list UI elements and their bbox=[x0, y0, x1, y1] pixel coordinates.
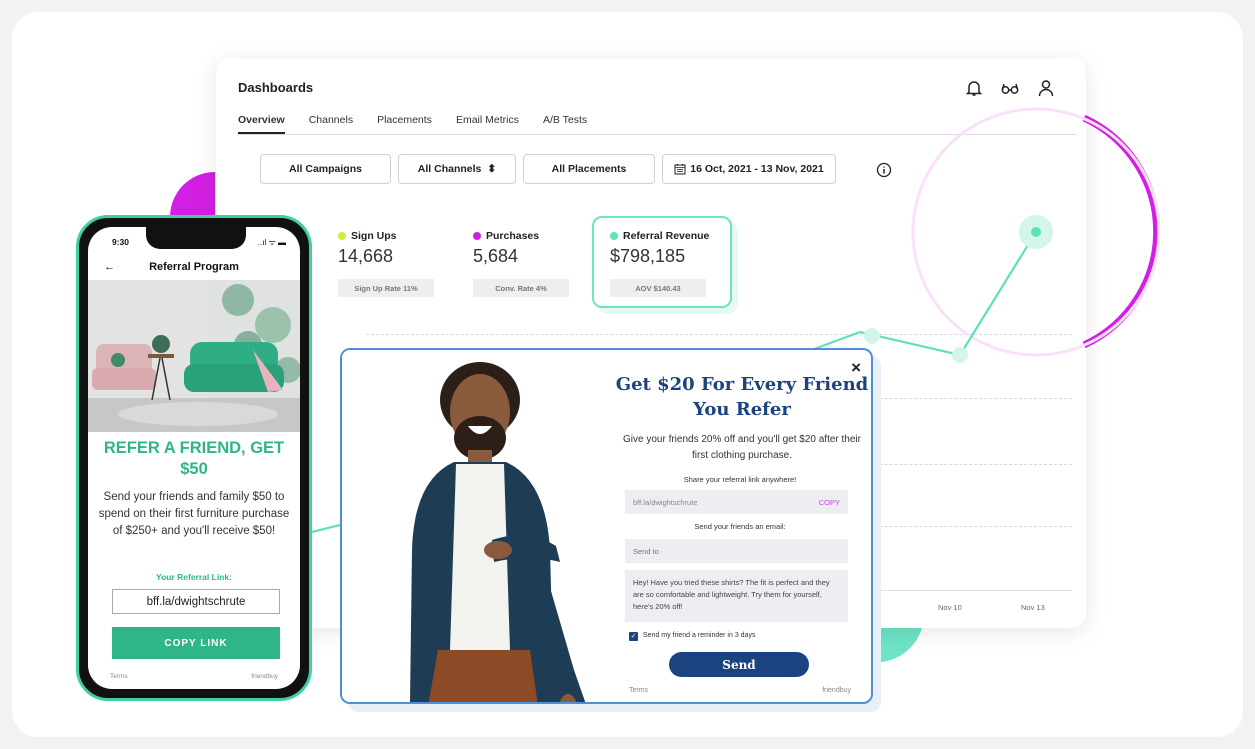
popup-title: Get $20 For Every Friend You Refer bbox=[615, 374, 869, 420]
chevron-updown-icon: ⬍ bbox=[487, 163, 497, 175]
purchases-value: 5,684 bbox=[473, 246, 519, 266]
tab-overview[interactable]: Overview bbox=[238, 114, 285, 134]
purchases-rate: Conv. Rate 4% bbox=[473, 279, 569, 297]
tab-ab-tests[interactable]: A/B Tests bbox=[543, 114, 587, 134]
share-link-label: Share your referral link anywhere! bbox=[683, 475, 797, 484]
revenue-metric: Referral Revenue $798,185 AOV $140.43 bbox=[610, 230, 709, 297]
signups-value: 14,668 bbox=[338, 246, 394, 266]
x-tick-label: Nov 10 bbox=[938, 603, 962, 612]
send-to-input[interactable] bbox=[625, 539, 848, 563]
referral-link-field[interactable]: bff.la/dwightschrute COPY bbox=[625, 490, 848, 514]
tabs-divider bbox=[238, 134, 1076, 135]
status-icons: ..ıl ᯤ ▬ bbox=[257, 238, 286, 247]
channels-filter-label: All Channels bbox=[417, 163, 482, 175]
phone-notch bbox=[146, 227, 246, 249]
brand-logo: friendbuy bbox=[822, 687, 851, 694]
info-icon[interactable] bbox=[876, 162, 892, 178]
filter-bar: All Campaigns All Channels ⬍ All Placeme… bbox=[260, 154, 836, 184]
purchases-label: Purchases bbox=[486, 230, 540, 242]
dashboard-tabs: Overview Channels Placements Email Metri… bbox=[238, 114, 587, 134]
revenue-aov: AOV $140.43 bbox=[610, 279, 706, 297]
purchases-metric: Purchases 5,684 Conv. Rate 4% bbox=[473, 230, 569, 297]
copy-link-button[interactable]: COPY bbox=[819, 490, 840, 514]
referral-link-value: bff.la/dwightschrute bbox=[633, 497, 698, 507]
date-range-picker[interactable]: 16 Oct, 2021 - 13 Nov, 2021 bbox=[662, 154, 836, 184]
revenue-value: $798,185 bbox=[610, 246, 686, 266]
dashboard-title: Dashboards bbox=[238, 80, 314, 95]
placements-filter[interactable]: All Placements bbox=[523, 154, 655, 184]
message-textarea[interactable]: Hey! Have you tried these shirts? The fi… bbox=[625, 570, 848, 622]
referral-popup: × Get $20 For Every Friend You Refer Giv… bbox=[340, 348, 873, 704]
channels-filter[interactable]: All Channels ⬍ bbox=[398, 154, 516, 184]
revenue-dot bbox=[610, 232, 618, 240]
phone-brand-logo: friendbuy bbox=[251, 673, 278, 680]
referral-link-label: Your Referral Link: bbox=[156, 572, 232, 582]
revenue-label: Referral Revenue bbox=[623, 230, 710, 242]
glasses-icon[interactable] bbox=[1000, 78, 1020, 98]
smiling-man-photo bbox=[342, 350, 622, 702]
tab-email-metrics[interactable]: Email Metrics bbox=[456, 114, 519, 134]
status-time: 9:30 bbox=[112, 237, 130, 247]
phone-terms-link[interactable]: Terms bbox=[110, 673, 128, 680]
send-button[interactable]: Send bbox=[669, 652, 809, 677]
popup-description: Give your friends 20% off and you'll get… bbox=[623, 434, 861, 461]
copy-link-button[interactable]: COPY LINK bbox=[112, 627, 280, 659]
phone-referral-link-field[interactable]: bff.la/dwightschrute bbox=[112, 589, 280, 614]
bell-icon[interactable] bbox=[964, 78, 984, 98]
header-icons bbox=[964, 78, 1056, 98]
tab-placements[interactable]: Placements bbox=[377, 114, 432, 134]
living-room-photo bbox=[88, 280, 300, 432]
user-icon[interactable] bbox=[1036, 78, 1056, 98]
grid-line bbox=[366, 334, 1072, 335]
signups-label: Sign Ups bbox=[351, 230, 397, 242]
phone-page-title: Referral Program bbox=[149, 261, 239, 273]
calendar-icon bbox=[674, 164, 686, 175]
signups-dot bbox=[338, 232, 346, 240]
x-tick-label: Nov 13 bbox=[1021, 603, 1045, 612]
email-label: Send your friends an email: bbox=[694, 522, 786, 531]
reminder-label: Send my friend a reminder in 3 days bbox=[643, 632, 756, 639]
purchases-dot bbox=[473, 232, 481, 240]
terms-link[interactable]: Terms bbox=[629, 687, 648, 694]
campaigns-filter[interactable]: All Campaigns bbox=[260, 154, 391, 184]
phone-mockup: 9:30 ..ıl ᯤ ▬ ← Referral Program REFER A… bbox=[76, 215, 312, 701]
x-tick-label: 7 bbox=[874, 603, 879, 612]
phone-screen: 9:30 ..ıl ᯤ ▬ ← Referral Program REFER A… bbox=[88, 227, 300, 689]
tab-channels[interactable]: Channels bbox=[309, 114, 353, 134]
date-range-label: 16 Oct, 2021 - 13 Nov, 2021 bbox=[690, 163, 824, 175]
phone-headline: REFER A FRIEND, GET $50 bbox=[103, 439, 285, 478]
signups-metric: Sign Ups 14,668 Sign Up Rate 11% bbox=[338, 230, 434, 297]
phone-body-text: Send your friends and family $50 to spen… bbox=[98, 491, 290, 537]
signups-rate: Sign Up Rate 11% bbox=[338, 279, 434, 297]
reminder-checkbox[interactable]: ✓ bbox=[629, 632, 638, 641]
